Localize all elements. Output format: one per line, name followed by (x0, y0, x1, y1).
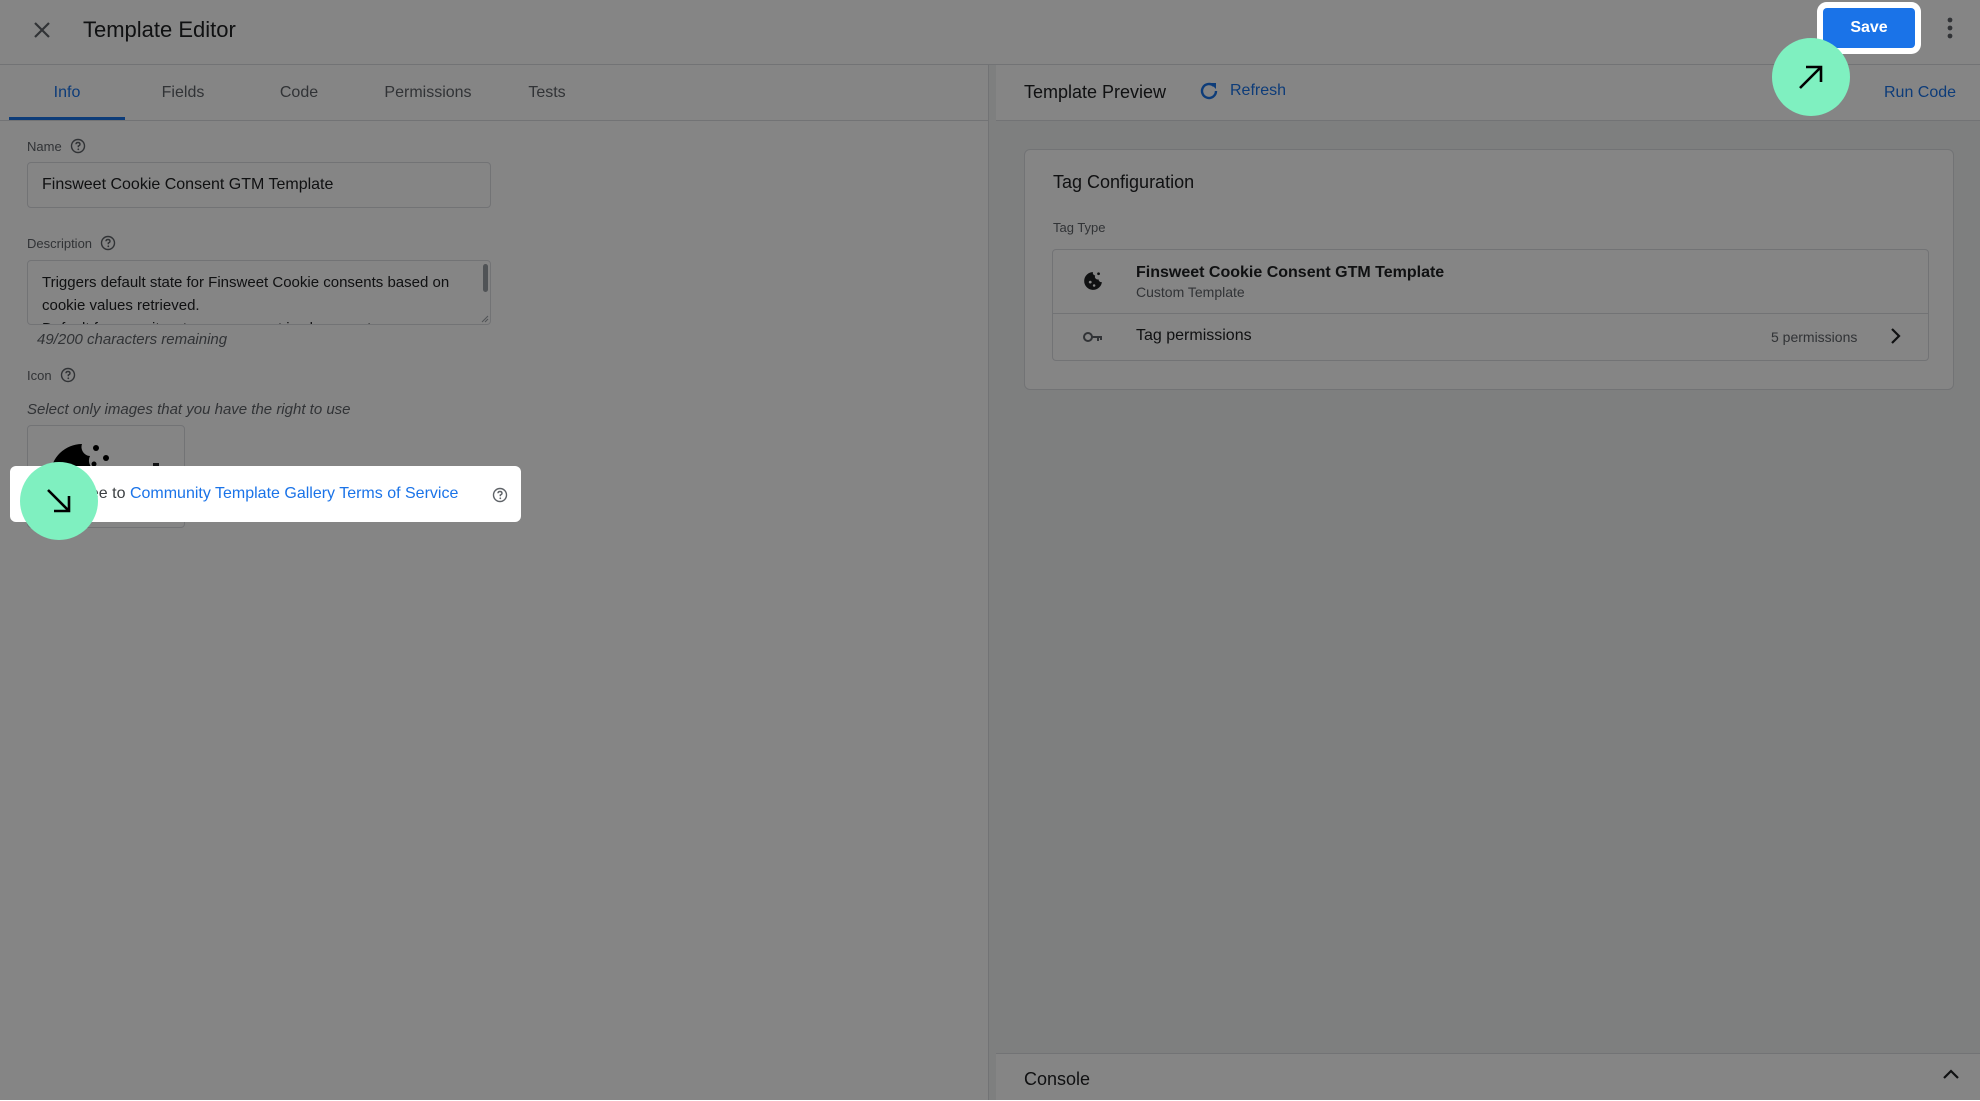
help-icon[interactable] (492, 487, 508, 508)
arrow-down-right-marker (20, 462, 98, 540)
arrow-up-right-marker (1772, 38, 1850, 116)
tos-link[interactable]: Community Template Gallery Terms of Serv… (130, 485, 458, 502)
dim-overlay (0, 0, 1980, 1100)
save-button[interactable]: Save (1823, 8, 1915, 48)
arrow-up-right-icon (1799, 65, 1823, 89)
arrow-down-right-icon (47, 489, 71, 513)
tos-text: Agree to Community Template Gallery Term… (65, 485, 458, 503)
